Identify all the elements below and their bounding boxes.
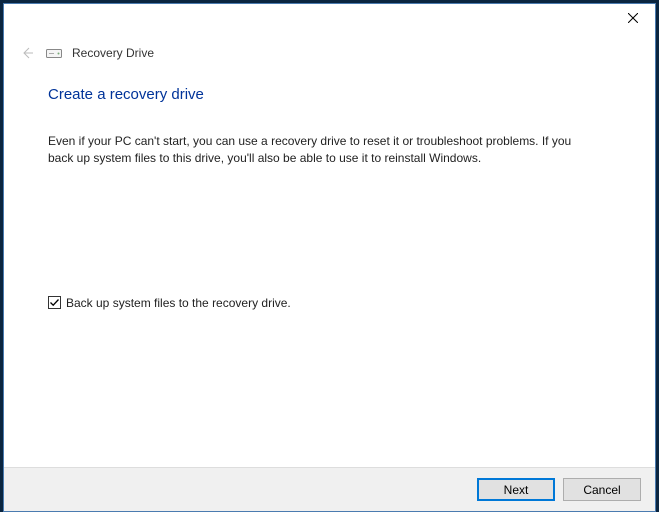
titlebar <box>4 4 655 36</box>
back-arrow-icon <box>19 45 35 61</box>
next-button[interactable]: Next <box>477 478 555 501</box>
cancel-button[interactable]: Cancel <box>563 478 641 501</box>
backup-checkbox-label[interactable]: Back up system files to the recovery dri… <box>66 296 291 310</box>
window-title: Recovery Drive <box>72 46 154 60</box>
wizard-footer: Next Cancel <box>4 467 655 511</box>
page-heading: Create a recovery drive <box>48 86 611 103</box>
content-area: Create a recovery drive Even if your PC … <box>4 64 655 467</box>
checkmark-icon <box>49 297 60 308</box>
drive-icon <box>46 47 62 59</box>
close-icon <box>628 13 638 23</box>
page-description: Even if your PC can't start, you can use… <box>48 133 593 168</box>
header-row: Recovery Drive <box>4 36 655 64</box>
recovery-drive-wizard-window: Recovery Drive Create a recovery drive E… <box>3 3 656 512</box>
backup-checkbox-row: Back up system files to the recovery dri… <box>48 296 611 310</box>
backup-checkbox[interactable] <box>48 296 61 309</box>
close-button[interactable] <box>610 4 655 32</box>
back-button <box>18 44 36 62</box>
